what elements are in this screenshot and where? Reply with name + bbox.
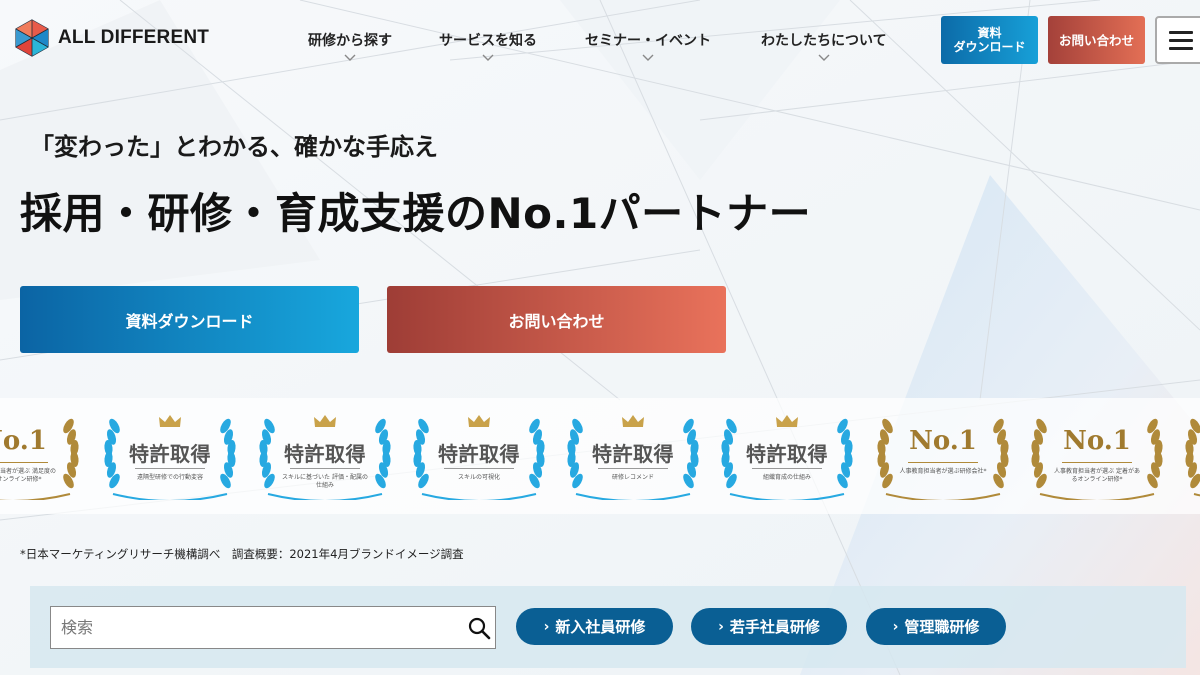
award-divider [908,462,978,463]
award-divider [598,468,668,469]
chevron-down-icon [344,54,356,61]
award-caption: 組織育成の仕組み [762,474,811,481]
award-divider [0,462,48,463]
search-box [50,606,496,649]
hero-contact-button[interactable]: お問い合わせ [387,286,726,353]
download-label-line1: 資料 [977,25,1002,40]
award-badge-no1: No.1 人事教育担当者が選ぶ 定着があるオンライン研修* [1022,412,1172,500]
quick-link-label: 管理職研修 [904,618,980,636]
chevron-down-icon [818,54,830,61]
award-badge-no1: No.1 人事教育担当者が選ぶ研修会社* [868,412,1018,500]
award-badge-patent: 特許取得 遠隔型研修での行動変容 [95,412,245,500]
quick-link-label: 新入社員研修 [555,618,646,636]
award-title: 特許取得 [592,442,674,466]
award-title: 特許取得 [438,442,520,466]
award-caption: スキルに基づいた 評価・配属の仕組み [282,474,368,489]
award-title: No.1 [909,426,977,456]
award-divider [1062,462,1132,463]
award-divider [135,468,205,469]
chevron-down-icon [642,54,654,61]
download-label-line2: ダウンロード [953,40,1026,54]
nav-item-services[interactable]: サービスを知る [439,30,537,62]
award-title: 特許取得 [129,442,211,466]
chevron-down-icon [482,54,494,61]
nav-item-seminars[interactable]: セミナー・イベント [585,30,711,62]
hero-tagline: 「変わった」とわかる、確かな手応え [30,133,438,161]
crown-icon [776,415,798,427]
nav-label: わたしたちについて [761,33,887,49]
nav-label: 研修から探す [308,33,392,49]
award-title: No.1 [1063,426,1131,456]
quick-link-label: 若手社員研修 [729,618,820,636]
award-title: No.1 [0,426,47,456]
award-divider [444,468,514,469]
laurel-wreath-icon [1185,418,1200,497]
nav-item-find-training[interactable]: 研修から探す [308,30,392,62]
award-caption: 人事教育担当者が選ぶ 定着があるオンライン研修* [1054,468,1140,483]
awards-strip: No.1 人事教育担当者が選ぶ 満足度の高いオンライン研修* [0,398,1200,514]
survey-footnote: *日本マーケティングリサーチ機構調べ 調査概要：2021年4月ブランドイメージ調… [20,547,464,561]
award-caption: 人事教育担当者が選ぶ 満足度の高いオンライン研修* [0,468,56,483]
header-contact-button[interactable]: お問い合わせ [1048,16,1145,64]
award-caption: スキルの可視化 [457,474,500,481]
award-badge-patent: 特許取得 スキルの可視化 [404,412,554,500]
award-title: 特許取得 [746,442,828,466]
crown-icon [314,415,336,427]
award-title: 特許取得 [284,442,366,466]
nav-label: セミナー・イベント [585,33,711,49]
site-header: ALL DIFFERENT 研修から探す サービスを知る セミナー・イベント わ… [0,0,1200,80]
award-badge-patent: 特許取得 研修レコメンド [558,412,708,500]
crown-icon [622,415,644,427]
hamburger-icon[interactable] [1155,16,1200,64]
search-input[interactable] [51,607,451,648]
award-badge-patent: 特許取得 スキルに基づいた 評価・配属の仕組み [250,412,400,500]
quick-link-young-employee-training[interactable]: › 若手社員研修 [691,608,847,645]
crown-icon [159,415,181,427]
search-icon[interactable] [467,616,491,640]
chevron-right-icon: › [892,618,899,635]
award-caption: 研修レコメンド [611,474,654,481]
quick-link-new-employee-training[interactable]: › 新入社員研修 [516,608,673,645]
award-badge-patent: 特許取得 組織育成の仕組み [712,412,862,500]
search-panel: › 新入社員研修 › 若手社員研修 › 管理職研修 [30,586,1186,668]
chevron-right-icon: › [718,618,724,635]
header-download-button[interactable]: 資料 ダウンロード [941,16,1038,64]
nav-item-about-us[interactable]: わたしたちについて [761,30,887,62]
chevron-right-icon: › [543,618,550,635]
award-caption: 遠隔型研修での行動変容 [136,474,203,481]
crown-icon [468,415,490,427]
quick-link-manager-training[interactable]: › 管理職研修 [866,608,1006,645]
award-badge-no1: No.1 人事教育担当者が選ぶ 満足度の高いオンライン研修* [0,412,88,500]
nav-label: サービスを知る [439,33,537,49]
hero-headline: 採用・研修・育成支援のNo.1パートナー [20,189,812,238]
hero-download-button[interactable]: 資料ダウンロード [20,286,359,353]
award-divider [290,468,360,469]
award-divider [752,468,822,469]
award-badge-partial [1176,412,1200,500]
award-caption: 人事教育担当者が選ぶ研修会社* [899,468,987,475]
